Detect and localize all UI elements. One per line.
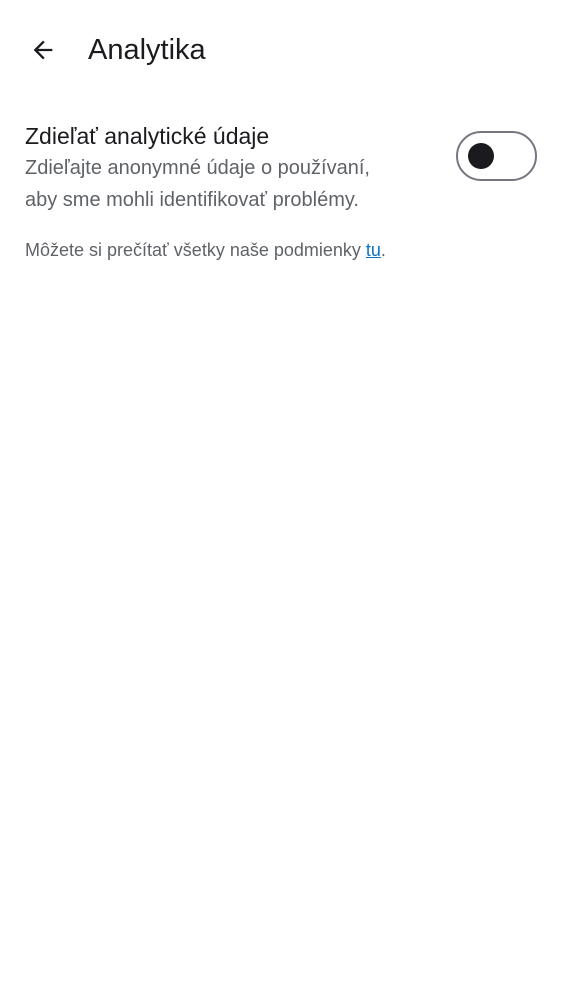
terms-note-suffix: . (380, 240, 386, 260)
setting-description-line: aby sme mohli identifikovať problémy. (25, 189, 359, 211)
setting-description-line: Zdieľajte anonymné údaje o používaní, (25, 157, 370, 179)
arrow-back-icon (33, 40, 53, 60)
share-analytics-setting[interactable]: Zdieľať analytické údaje Zdieľajte anony… (0, 112, 562, 224)
toggle-thumb (468, 143, 494, 169)
share-analytics-toggle[interactable] (456, 131, 537, 181)
terms-note: Môžete si prečítať všetky naše podmienky… (25, 237, 386, 263)
setting-description: Zdieľajte anonymné údaje o používaní, ab… (25, 152, 425, 216)
app-bar: Analytika (0, 0, 562, 100)
terms-note-text: Môžete si prečítať všetky naše podmienky (25, 240, 366, 260)
terms-link[interactable]: tu (366, 240, 381, 260)
setting-title: Zdieľať analytické údaje (25, 123, 270, 149)
back-button[interactable] (21, 28, 65, 72)
page-title: Analytika (88, 34, 206, 66)
